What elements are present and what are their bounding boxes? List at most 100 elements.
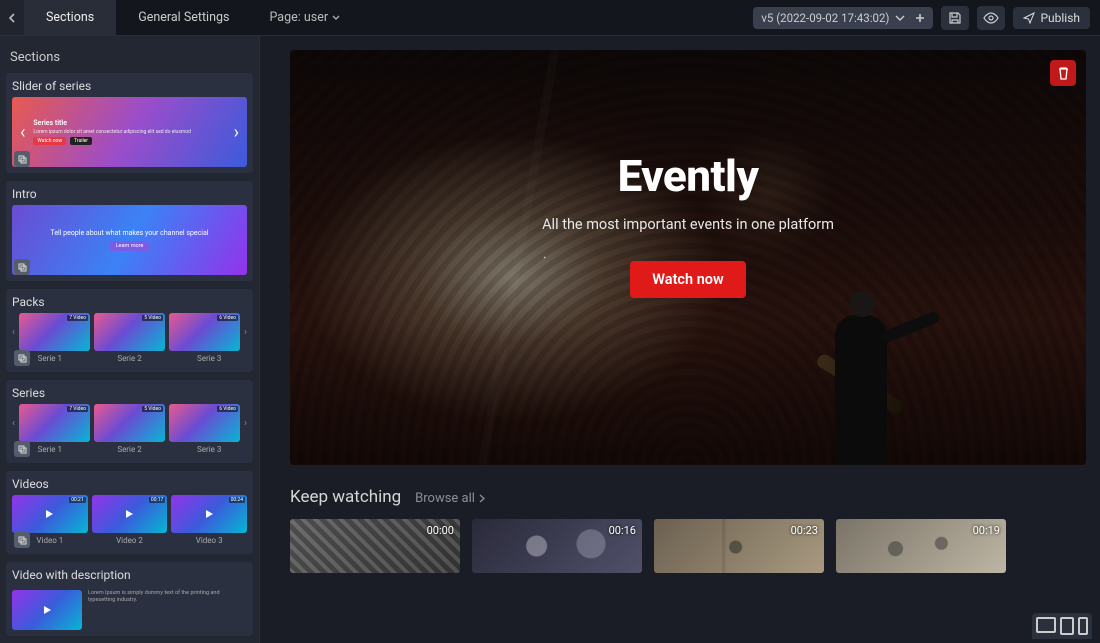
plus-icon[interactable] — [915, 13, 925, 23]
mobile-view-button[interactable] — [1078, 617, 1088, 635]
video-thumb[interactable]: 00:19 — [836, 519, 1006, 573]
thumb-preview: Lorem Ipsum is simply dummy text of the … — [12, 586, 247, 630]
video-thumb[interactable]: 00:23 — [654, 519, 824, 573]
hero-content: Evently All the most important events in… — [290, 50, 1086, 465]
copy-icon — [18, 445, 27, 454]
thumb-row: 00:21 00:17 00:24 — [12, 495, 247, 533]
browse-all-link[interactable]: Browse all — [415, 491, 485, 506]
video-thumb[interactable]: 00:16 — [472, 519, 642, 573]
card: 5 Video — [94, 404, 165, 442]
labels-row: Video 1 Video 2 Video 3 — [12, 533, 247, 548]
duration-badge: 00:00 — [427, 524, 454, 537]
save-icon — [948, 11, 962, 25]
chevron-right-icon: › — [244, 327, 247, 338]
section-packs[interactable]: Packs ‹ 7 Video 5 Video 6 Video › Serie … — [6, 289, 253, 372]
duplicate-button[interactable] — [14, 350, 30, 366]
duplicate-button[interactable] — [14, 151, 30, 167]
preview-canvas: Evently All the most important events in… — [260, 36, 1100, 643]
back-button[interactable] — [0, 0, 24, 35]
chevron-right-icon: › — [234, 122, 239, 143]
section-series[interactable]: Series ‹ 7 Video 5 Video 6 Video › Serie… — [6, 380, 253, 463]
thumb-secondary: Trailer — [70, 137, 92, 145]
hero-title: Evently — [618, 150, 759, 202]
keep-watching-section[interactable]: Keep watching Browse all 00:00 00:16 00:… — [290, 487, 1086, 573]
labels-row: Serie 1 Serie 2 Serie 3 — [12, 442, 247, 457]
section-title: Video with description — [12, 568, 247, 582]
hero-section[interactable]: Evently All the most important events in… — [290, 50, 1086, 465]
section-video-with-description[interactable]: Video with description Lorem Ipsum is si… — [6, 562, 253, 636]
chevron-right-icon: › — [244, 418, 247, 429]
thumb-text: Tell people about what makes your channe… — [30, 229, 228, 237]
topbar-right: v5 (2022-09-02 17:43:02) Publish — [753, 6, 1100, 30]
video-thumb: 00:21 — [12, 495, 88, 533]
main-area: Sections Slider of series ‹ Series title… — [0, 36, 1100, 643]
card: 6 Video — [169, 313, 240, 351]
section-heading: Keep watching — [290, 487, 401, 507]
version-selector[interactable]: v5 (2022-09-02 17:43:02) — [753, 7, 933, 29]
duplicate-button[interactable] — [14, 441, 30, 457]
video-thumb: 00:17 — [92, 495, 168, 533]
desktop-view-button[interactable] — [1036, 617, 1056, 633]
version-label: v5 (2022-09-02 17:43:02) — [761, 11, 889, 25]
caret-down-icon — [332, 15, 340, 21]
thumb-preview: ‹ Series title Lorem ipsum dolor sit ame… — [12, 97, 247, 167]
thumb-text: Lorem Ipsum is simply dummy text of the … — [88, 590, 247, 630]
video-thumb: 00:24 — [171, 495, 247, 533]
thumb-preview: Tell people about what makes your channe… — [12, 205, 247, 275]
duplicate-button[interactable] — [14, 259, 30, 275]
trash-icon — [1057, 66, 1070, 80]
thumb-cta: Watch now — [33, 137, 66, 145]
section-title: Intro — [12, 187, 247, 201]
sidebar-heading: Sections — [6, 44, 253, 73]
page-label: Page: user — [269, 10, 328, 25]
save-button[interactable] — [941, 6, 969, 30]
section-slider-of-series[interactable]: Slider of series ‹ Series title Lorem ip… — [6, 73, 253, 173]
eye-icon — [983, 12, 999, 24]
chevron-right-icon — [479, 494, 485, 503]
copy-icon — [18, 354, 27, 363]
viewport-switcher — [1032, 613, 1092, 639]
section-title: Packs — [12, 295, 247, 309]
thumb-title: Series title — [33, 119, 225, 127]
sidebar-tabs: Sections General Settings — [0, 0, 251, 35]
section-title: Videos — [12, 477, 247, 491]
labels-row: Serie 1 Serie 2 Serie 3 — [12, 351, 247, 366]
card: 6 Video — [169, 404, 240, 442]
copy-icon — [18, 536, 27, 545]
chevron-left-icon: ‹ — [12, 327, 15, 338]
thumb-cta: Learn more — [110, 241, 150, 251]
tab-sections[interactable]: Sections — [24, 0, 116, 35]
tablet-view-button[interactable] — [1060, 617, 1074, 635]
card: 7 Video — [19, 404, 90, 442]
play-icon — [44, 606, 51, 614]
section-videos[interactable]: Videos 00:21 00:17 00:24 Video 1 Video 2… — [6, 471, 253, 554]
hero-cta-button[interactable]: Watch now — [630, 261, 745, 298]
duration-badge: 00:23 — [791, 524, 818, 537]
section-intro[interactable]: Intro Tell people about what makes your … — [6, 181, 253, 281]
publish-button[interactable]: Publish — [1013, 7, 1090, 29]
play-icon — [126, 510, 133, 518]
card: 7 Video — [19, 313, 90, 351]
tab-general-settings[interactable]: General Settings — [116, 0, 251, 35]
thumb-row: ‹ 7 Video 5 Video 6 Video › — [12, 404, 247, 442]
paper-plane-icon — [1023, 12, 1035, 24]
chevron-left-icon: ‹ — [12, 418, 15, 429]
duplicate-button[interactable] — [14, 532, 30, 548]
copy-icon — [18, 155, 27, 164]
play-icon — [206, 510, 213, 518]
chevron-left-icon — [8, 13, 16, 23]
chevron-down-icon — [895, 15, 905, 21]
sections-sidebar: Sections Slider of series ‹ Series title… — [0, 36, 260, 643]
delete-section-button[interactable] — [1050, 60, 1076, 86]
top-bar: Sections General Settings Page: user v5 … — [0, 0, 1100, 36]
video-row: 00:00 00:16 00:23 00:19 — [290, 519, 1086, 573]
copy-icon — [18, 263, 27, 272]
publish-label: Publish — [1040, 11, 1080, 25]
thumb-desc: Lorem ipsum dolor sit amet consectetur a… — [33, 129, 225, 135]
page-selector[interactable]: Page: user — [269, 10, 340, 25]
section-title: Slider of series — [12, 79, 247, 93]
duration-badge: 00:16 — [609, 524, 636, 537]
preview-button[interactable] — [977, 6, 1005, 30]
thumb-row: ‹ 7 Video 5 Video 6 Video › — [12, 313, 247, 351]
video-thumb[interactable]: 00:00 — [290, 519, 460, 573]
